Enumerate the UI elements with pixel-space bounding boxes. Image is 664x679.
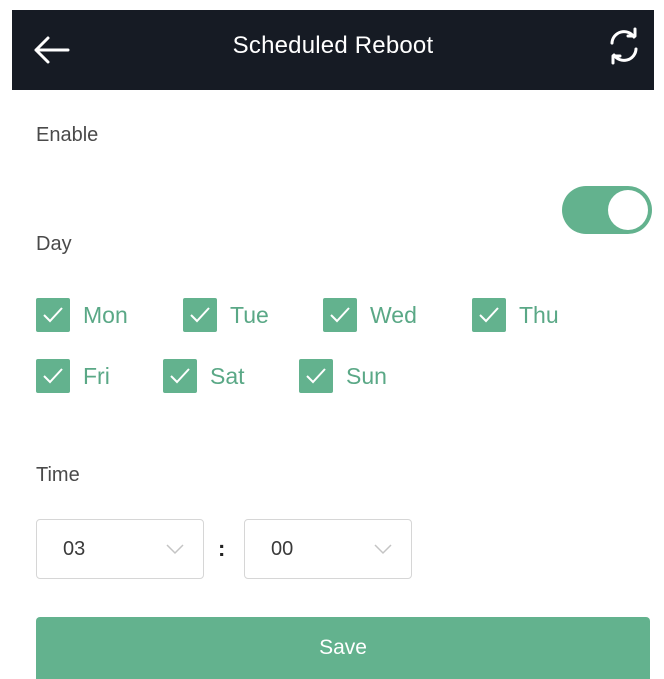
day-checkbox-sat[interactable]: Sat: [163, 358, 245, 394]
checkmark-icon: [330, 307, 350, 323]
chevron-down-icon: [374, 544, 392, 555]
day-checkbox-fri[interactable]: Fri: [36, 358, 110, 394]
checkmark-icon: [43, 368, 63, 384]
day-label-wed: Wed: [370, 301, 417, 328]
header-bar: Scheduled Reboot: [12, 10, 654, 90]
day-label: Day: [36, 233, 72, 255]
hour-value: 03: [63, 538, 86, 560]
day-label-mon: Mon: [83, 301, 128, 328]
refresh-icon: [610, 27, 638, 65]
scheduled-reboot-page: Scheduled Reboot Enable Day Mon Tue Wed …: [0, 0, 664, 679]
minute-value: 00: [271, 538, 294, 560]
checkmark-icon: [170, 368, 190, 384]
day-label-tue: Tue: [230, 301, 269, 328]
hour-select[interactable]: 03: [36, 519, 204, 579]
checkmark-icon: [190, 307, 210, 323]
enable-label: Enable: [36, 124, 99, 146]
time-separator: :: [218, 536, 226, 561]
day-checkbox-wed[interactable]: Wed: [323, 297, 417, 333]
chevron-down-icon: [166, 544, 184, 555]
checkmark-icon: [306, 368, 326, 384]
day-checkbox-mon[interactable]: Mon: [36, 297, 128, 333]
save-button[interactable]: Save: [36, 617, 650, 679]
checkmark-icon: [479, 307, 499, 323]
time-label: Time: [36, 464, 80, 486]
checkmark-icon: [43, 307, 63, 323]
checkbox-checked: [472, 298, 506, 332]
checkbox-checked: [36, 298, 70, 332]
day-label-thu: Thu: [519, 301, 559, 328]
day-checkbox-sun[interactable]: Sun: [299, 358, 387, 394]
day-checkbox-thu[interactable]: Thu: [472, 297, 559, 333]
day-checkbox-tue[interactable]: Tue: [183, 297, 269, 333]
page-title: Scheduled Reboot: [232, 32, 434, 59]
toggle-knob: [608, 190, 648, 230]
minute-select[interactable]: 00: [244, 519, 412, 579]
day-label-fri: Fri: [83, 362, 110, 389]
day-label-sat: Sat: [210, 362, 245, 389]
day-label-sun: Sun: [346, 362, 387, 389]
checkbox-checked: [36, 359, 70, 393]
checkbox-checked: [299, 359, 333, 393]
refresh-button[interactable]: [604, 26, 644, 66]
checkbox-checked: [323, 298, 357, 332]
checkbox-checked: [183, 298, 217, 332]
checkbox-checked: [163, 359, 197, 393]
enable-toggle[interactable]: [562, 186, 652, 234]
